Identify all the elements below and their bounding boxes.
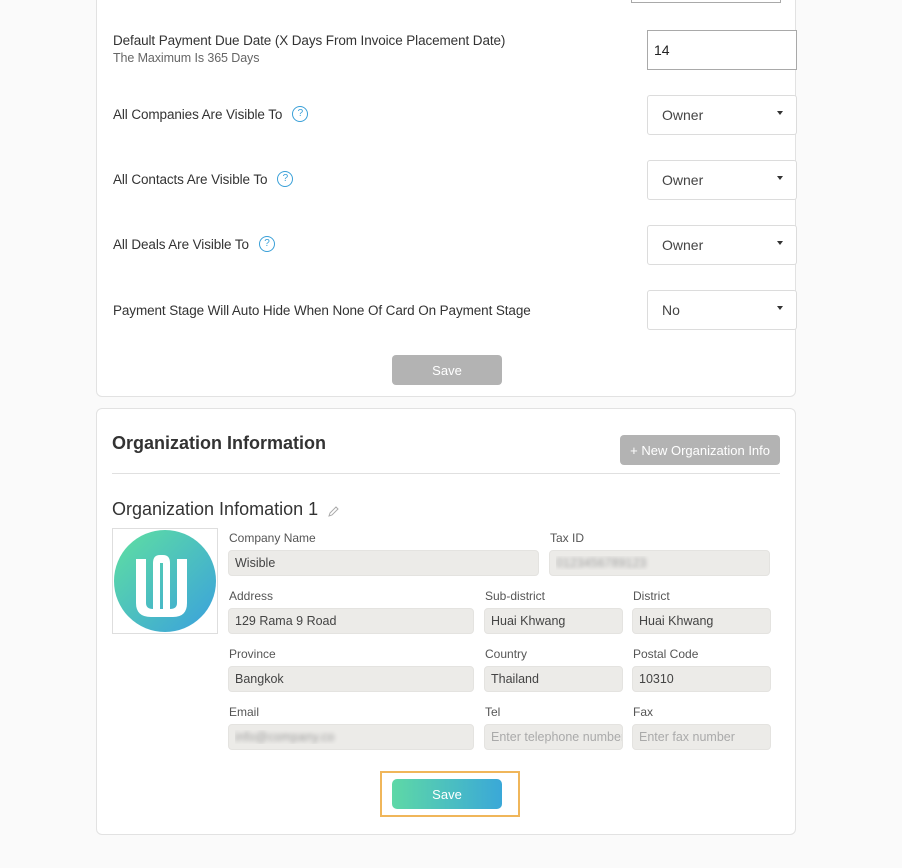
caret-down-icon <box>777 306 783 310</box>
settings-card: Default Payment Due Date (X Days From In… <box>96 0 797 397</box>
payment-due-input[interactable] <box>647 30 797 70</box>
organization-save-button[interactable]: Save <box>392 779 502 809</box>
district-input[interactable] <box>632 608 771 634</box>
organization-card: Organization Information + New Organizat… <box>96 408 796 835</box>
fax-input[interactable] <box>632 724 771 750</box>
caret-down-icon <box>777 241 783 245</box>
organization-entry-label: Organization Infomation 1 <box>112 499 319 519</box>
district-label: District <box>633 589 670 603</box>
country-label: Country <box>485 647 528 661</box>
previous-setting-input[interactable] <box>631 0 781 3</box>
help-icon[interactable]: ? <box>258 236 275 252</box>
email-label: Email <box>229 705 260 719</box>
companies-visible-select[interactable]: Owner <box>647 95 797 135</box>
tel-input[interactable] <box>484 724 623 750</box>
help-icon[interactable]: ? <box>292 106 309 122</box>
companies-visible-value: Owner <box>662 107 704 123</box>
address-input[interactable] <box>228 608 474 634</box>
payment-stage-hide-select[interactable]: No <box>647 290 797 330</box>
address-label: Address <box>229 589 274 603</box>
fax-label: Fax <box>633 705 654 719</box>
payment-due-label: Default Payment Due Date (X Days From In… <box>113 33 506 48</box>
payment-stage-hide-label: Payment Stage Will Auto Hide When None O… <box>113 303 531 318</box>
sub-district-input[interactable] <box>484 608 623 634</box>
company-name-label: Company Name <box>229 531 316 545</box>
tel-label: Tel <box>485 705 501 719</box>
tax-id-input[interactable] <box>549 550 770 576</box>
caret-down-icon <box>777 176 783 180</box>
tax-id-label: Tax ID <box>550 531 585 545</box>
divider <box>112 473 780 474</box>
payment-due-sublabel: The Maximum Is 365 Days <box>113 51 260 65</box>
caret-down-icon <box>777 111 783 115</box>
postal-code-input[interactable] <box>632 666 771 692</box>
payment-stage-hide-value: No <box>662 302 680 318</box>
organization-entry-title: Organization Infomation 1 <box>112 499 340 520</box>
sub-district-label: Sub-district <box>485 589 546 603</box>
wisible-logo-icon <box>114 530 216 632</box>
organization-title: Organization Information <box>112 433 326 453</box>
settings-save-button[interactable]: Save <box>392 355 502 385</box>
province-input[interactable] <box>228 666 474 692</box>
help-icon[interactable]: ? <box>277 171 294 187</box>
company-name-input[interactable] <box>228 550 539 576</box>
deals-visible-select[interactable]: Owner <box>647 225 797 265</box>
deals-visible-label: All Deals Are Visible To <box>113 236 249 252</box>
contacts-visible-value: Owner <box>662 172 704 188</box>
company-logo[interactable] <box>112 528 218 634</box>
email-input[interactable] <box>228 724 474 750</box>
deals-visible-value: Owner <box>662 237 704 253</box>
contacts-visible-label: All Contacts Are Visible To <box>113 171 268 187</box>
pencil-icon[interactable] <box>326 503 340 517</box>
companies-visible-label: All Companies Are Visible To <box>113 106 283 122</box>
contacts-visible-select[interactable]: Owner <box>647 160 797 200</box>
province-label: Province <box>229 647 276 661</box>
country-input[interactable] <box>484 666 623 692</box>
new-organization-button[interactable]: + New Organization Info <box>620 435 780 465</box>
postal-code-label: Postal Code <box>633 647 699 661</box>
